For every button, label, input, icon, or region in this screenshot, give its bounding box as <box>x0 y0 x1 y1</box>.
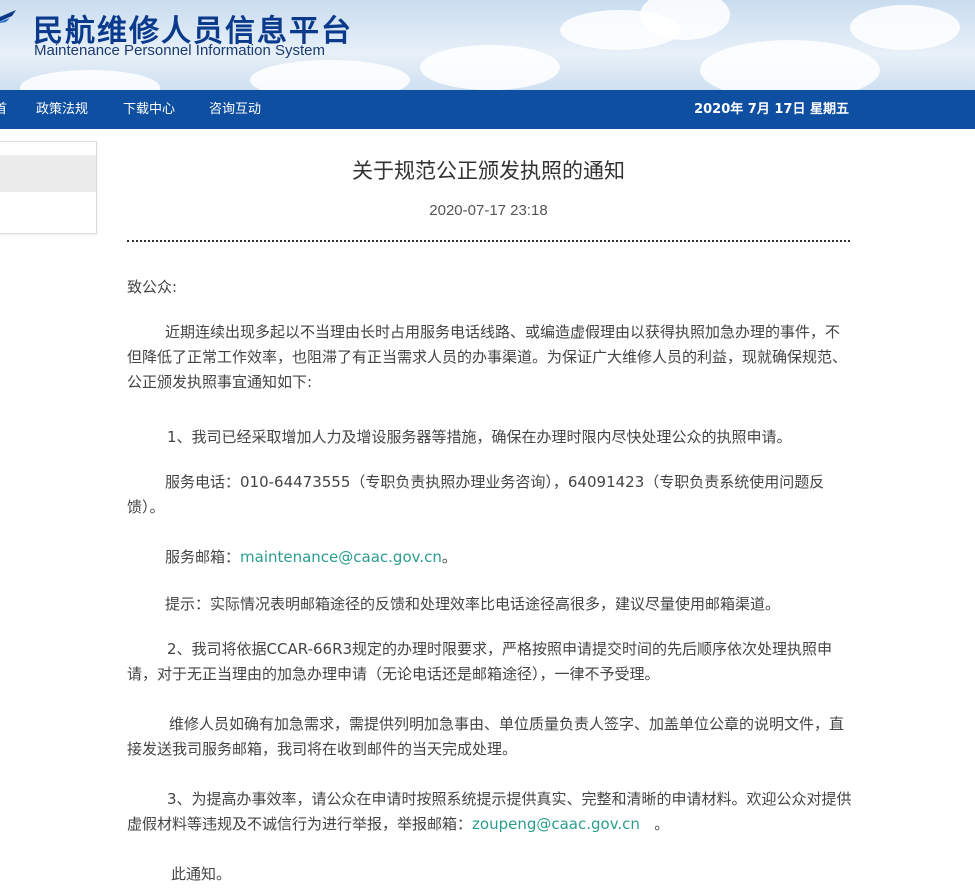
report-email-link[interactable]: zoupeng@caac.gov.cn <box>472 815 640 833</box>
nav-item-downloads[interactable]: 下载中心 <box>123 90 175 129</box>
paragraph-item-1: 1、我司已经采取增加人力及增设服务器等措施，确保在办理时限内尽快处理公众的执照申… <box>167 428 792 446</box>
article-title: 关于规范公正颁发执照的通知 <box>352 159 625 183</box>
title-divider <box>127 240 850 242</box>
greeting: 致公众: <box>127 278 178 296</box>
caac-logo-icon <box>0 10 16 23</box>
header-banner: 民航维修人员信息平台 Maintenance Personnel Informa… <box>0 0 975 90</box>
closing-text: 此通知。 <box>171 865 232 883</box>
item-3-suffix: 。 <box>654 815 670 833</box>
paragraph-urgent: 维修人员如确有加急需求，需提供列明加急事由、单位质量负责人签字、加盖单位公章的说… <box>127 715 845 758</box>
nav-item-home[interactable]: 首 <box>0 90 7 129</box>
current-date: 2020年 7月 17日 星期五 <box>694 102 849 117</box>
sidebar-menu <box>0 141 97 234</box>
paragraph-item-3: 3、为提高办事效率，请公众在申请时按照系统提示提供真实、完整和清晰的申请材料。欢… <box>127 787 852 837</box>
article-datetime: 2020-07-17 23:18 <box>429 202 548 219</box>
email-suffix: 。 <box>441 548 457 566</box>
service-email-link[interactable]: maintenance@caac.gov.cn <box>240 548 442 566</box>
paragraph-phone: 服务电话：010-64473555（专职负责执照办理业务咨询），64091423… <box>127 473 825 516</box>
site-subtitle: Maintenance Personnel Information System <box>34 42 325 59</box>
main-nav: 首 政策法规 下载中心 咨询互动 2020年 7月 17日 星期五 <box>0 90 975 129</box>
paragraph-tip: 提示：实际情况表明邮箱途径的反馈和处理效率比电话途径高很多，建议尽量使用邮箱渠道… <box>165 595 781 613</box>
paragraph-intro: 近期连续出现多起以不当理由长时占用服务电话线路、或编造虚假理由以获得执照加急办理… <box>127 323 848 391</box>
nav-item-policy[interactable]: 政策法规 <box>36 90 88 129</box>
sidebar-item-active[interactable] <box>0 155 96 192</box>
nav-item-consult[interactable]: 咨询互动 <box>209 90 261 129</box>
email-label: 服务邮箱： <box>165 548 241 566</box>
paragraph-item-2: 2、我司将依据CCAR-66R3规定的办理时限要求，严格按照申请提交时间的先后顺… <box>127 640 833 683</box>
paragraph-email: 服务邮箱：maintenance@caac.gov.cn。 <box>127 545 852 570</box>
